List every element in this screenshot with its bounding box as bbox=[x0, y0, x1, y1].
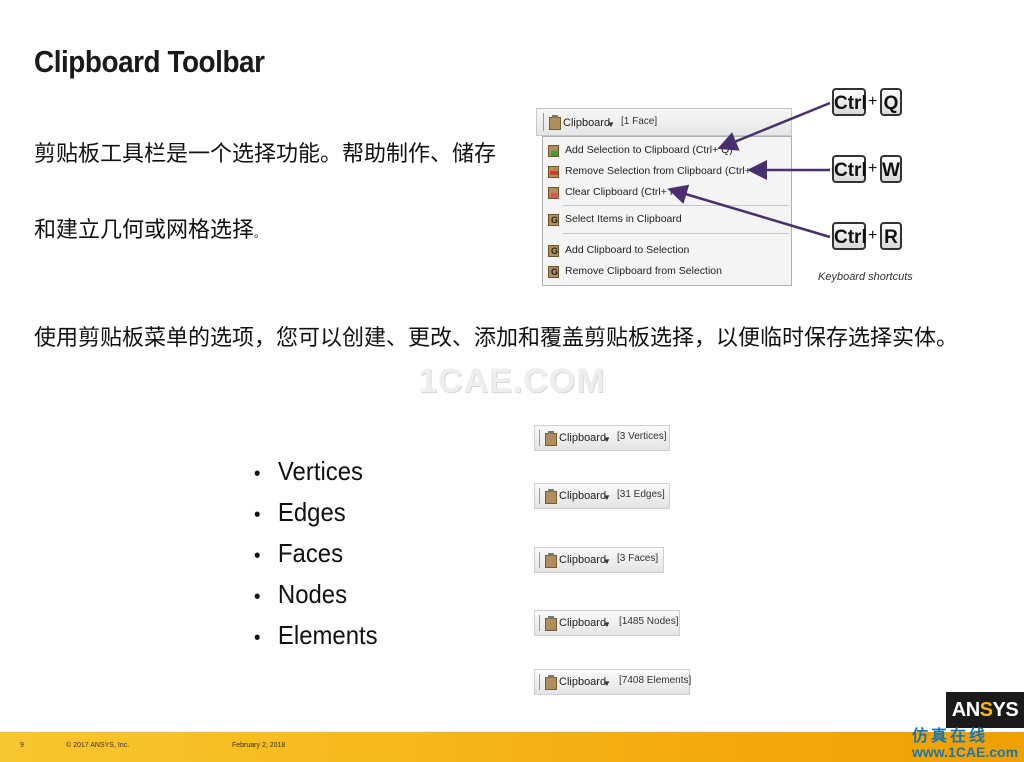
clipboard-count: [3 Faces] bbox=[617, 553, 659, 564]
toolbar-grip bbox=[539, 488, 540, 504]
site-name: 仿真在线 bbox=[912, 728, 989, 745]
clipboard-count: [3 Vertices] bbox=[617, 431, 667, 442]
r-key: R bbox=[880, 222, 902, 250]
clipboard-toolbar-edges: Clipboard ▼ [31 Edges] bbox=[534, 483, 670, 509]
plus-sign: + bbox=[868, 160, 878, 177]
logo-mark: S bbox=[979, 699, 993, 721]
ctrl-key: Ctrl bbox=[832, 155, 867, 183]
list-item: Vertices bbox=[254, 456, 378, 497]
ctrl-key: Ctrl bbox=[832, 88, 867, 116]
logo-prefix: AN bbox=[951, 699, 980, 721]
copyright: © 2017 ANSYS, Inc. bbox=[66, 742, 130, 749]
list-item: Nodes bbox=[254, 579, 378, 620]
plus-sign: + bbox=[868, 227, 878, 244]
clipboard-count: [7408 Elements] bbox=[619, 675, 692, 686]
plus-sign: + bbox=[868, 93, 878, 110]
clipboard-icon bbox=[545, 553, 557, 568]
site-url: www.1CAE.com bbox=[912, 744, 1019, 760]
list-item: Edges bbox=[254, 497, 378, 538]
clipboard-icon bbox=[545, 675, 557, 690]
chevron-down-icon[interactable]: ▼ bbox=[603, 435, 611, 444]
q-key: Q bbox=[880, 88, 902, 116]
footer-bar bbox=[0, 732, 1024, 762]
toolbar-grip bbox=[539, 552, 540, 568]
clipboard-count: [1485 Nodes] bbox=[619, 616, 679, 627]
toolbar-grip bbox=[539, 674, 540, 690]
ctrl-key: Ctrl bbox=[832, 222, 867, 250]
chevron-down-icon[interactable]: ▼ bbox=[603, 493, 611, 502]
clipboard-count: [31 Edges] bbox=[617, 489, 665, 500]
toolbar-grip bbox=[539, 615, 540, 631]
clipboard-toolbar-vertices: Clipboard ▼ [3 Vertices] bbox=[534, 425, 670, 451]
clipboard-toolbar-nodes: Clipboard ▼ [1485 Nodes] bbox=[534, 610, 680, 636]
clipboard-icon bbox=[545, 616, 557, 631]
list-item: Elements bbox=[254, 620, 378, 661]
clipboard-dropdown[interactable]: Clipboard bbox=[559, 617, 606, 629]
clipboard-toolbar-faces: Clipboard ▼ [3 Faces] bbox=[534, 547, 664, 573]
footer-date: February 2, 2018 bbox=[232, 742, 286, 749]
clipboard-toolbar-elements: Clipboard ▼ [7408 Elements] bbox=[534, 669, 692, 695]
toolbar-grip bbox=[539, 430, 540, 446]
arrow-r bbox=[667, 184, 831, 239]
logo-suffix: YS bbox=[992, 699, 1019, 721]
entity-list: Vertices Edges Faces Nodes Elements bbox=[254, 456, 388, 661]
clipboard-dropdown[interactable]: Clipboard bbox=[559, 490, 606, 502]
clipboard-icon bbox=[545, 431, 557, 446]
clipboard-icon bbox=[545, 489, 557, 504]
clipboard-dropdown[interactable]: Clipboard bbox=[559, 554, 606, 566]
list-item: Faces bbox=[254, 538, 378, 579]
page-number: 9 bbox=[20, 742, 24, 749]
shortcuts-caption: Keyboard shortcuts bbox=[818, 271, 913, 283]
clipboard-dropdown[interactable]: Clipboard bbox=[559, 432, 606, 444]
w-key: W bbox=[880, 155, 902, 183]
arrow-q bbox=[717, 101, 831, 151]
chevron-down-icon[interactable]: ▼ bbox=[603, 679, 611, 688]
clipboard-dropdown[interactable]: Clipboard bbox=[559, 676, 606, 688]
chevron-down-icon[interactable]: ▼ bbox=[603, 620, 611, 629]
chevron-down-icon[interactable]: ▼ bbox=[603, 557, 611, 566]
watermark: 1CAE.COM bbox=[418, 362, 606, 400]
